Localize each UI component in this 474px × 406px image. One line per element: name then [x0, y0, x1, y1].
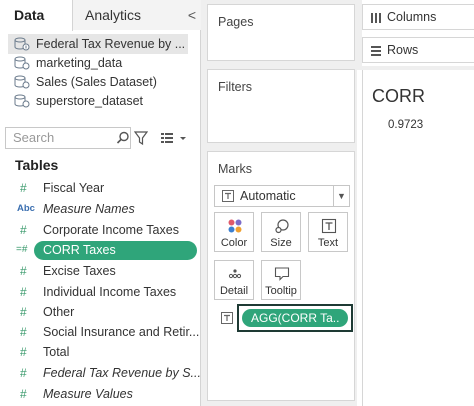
mark-type-dropdown[interactable]: Automatic ▼: [214, 185, 350, 207]
mark-type-label: Automatic: [240, 189, 296, 203]
search-icon[interactable]: [116, 131, 130, 145]
tooltip-label: Tooltip: [265, 285, 297, 297]
detail-button[interactable]: Detail: [214, 260, 254, 300]
datasource-icon: [14, 75, 30, 89]
text-icon: [321, 218, 337, 234]
text-button[interactable]: Text: [308, 212, 348, 252]
field-label: Corporate Income Taxes: [43, 223, 179, 237]
field-label: Excise Taxes: [43, 264, 116, 278]
tab-analytics[interactable]: Analytics: [73, 0, 183, 30]
marks-title: Marks: [218, 162, 253, 176]
viz-header: CORR: [372, 86, 425, 106]
measure-type-icon: #: [20, 181, 27, 195]
columns-label: Columns: [387, 10, 437, 24]
field-label: Measure Values: [43, 387, 133, 401]
field-label: Other: [43, 305, 75, 319]
field-label: Federal Tax Revenue by S...: [43, 366, 201, 380]
view-options-icon[interactable]: [160, 131, 188, 145]
filter-icon[interactable]: [134, 130, 148, 146]
collapse-pane-icon[interactable]: <: [183, 0, 201, 30]
rows-shelf[interactable]: Rows: [362, 37, 474, 63]
measure-type-icon: #: [20, 264, 27, 278]
tab-data[interactable]: Data: [0, 0, 73, 31]
field-label: CORR Taxes: [43, 243, 116, 257]
measure-type-icon: #: [20, 223, 27, 237]
search-input[interactable]: Search: [5, 127, 131, 149]
field-item[interactable]: # Excise Taxes: [0, 261, 201, 281]
datasource-label: Sales (Sales Dataset): [36, 75, 157, 89]
datasource-icon: [14, 37, 30, 51]
tooltip-icon: [274, 267, 290, 281]
measure-type-icon: #: [20, 325, 27, 339]
rows-label: Rows: [387, 43, 419, 57]
field-item[interactable]: # Measure Values: [0, 384, 201, 404]
columns-shelf[interactable]: Columns: [362, 4, 474, 30]
detail-label: Detail: [219, 285, 249, 297]
text-mark-icon: [222, 190, 234, 202]
filters-title: Filters: [218, 80, 253, 94]
field-label: Total: [43, 345, 70, 359]
tooltip-button[interactable]: Tooltip: [261, 260, 301, 300]
color-label: Color: [220, 237, 248, 249]
size-icon: [275, 219, 289, 234]
measure-type-icon: #: [20, 387, 27, 401]
field-item[interactable]: Abc Measure Names: [0, 199, 201, 219]
measure-type-icon: #: [20, 345, 27, 359]
dimension-type-icon: Abc: [17, 203, 35, 214]
worksheet-area: Columns Rows CORR 0.9723: [357, 0, 474, 406]
field-item[interactable]: # Other: [0, 302, 201, 322]
pages-shelf[interactable]: Pages: [207, 4, 355, 61]
text-encoding-icon: [221, 312, 233, 324]
field-label: Fiscal Year: [43, 181, 105, 195]
viz-canvas[interactable]: CORR 0.9723: [362, 70, 474, 406]
calculated-measure-icon: =#: [16, 244, 28, 255]
field-item-selected[interactable]: =# CORR Taxes: [0, 240, 201, 260]
highlight-outline: AGG(CORR Ta..: [237, 304, 353, 332]
marks-card: Marks Automatic ▼ Color Size Text Detail…: [207, 151, 355, 401]
datasource-item[interactable]: marketing_data: [8, 53, 188, 73]
datasource-item[interactable]: Federal Tax Revenue by ...: [8, 34, 188, 54]
chevron-down-icon[interactable]: ▼: [333, 186, 349, 206]
search-placeholder: Search: [13, 130, 55, 145]
text-field-pill[interactable]: AGG(CORR Ta..: [242, 309, 348, 327]
field-item[interactable]: # Individual Income Taxes: [0, 282, 201, 302]
datasource-item[interactable]: superstore_dataset: [8, 91, 188, 111]
rows-icon: [371, 46, 381, 56]
tables-heading: Tables: [15, 157, 59, 173]
color-icon: [228, 219, 242, 233]
field-label: Social Insurance and Retir...: [43, 325, 200, 339]
field-item[interactable]: # Total: [0, 342, 201, 362]
measure-type-icon: #: [20, 305, 27, 319]
field-label: Individual Income Taxes: [43, 285, 177, 299]
viz-value[interactable]: 0.9723: [388, 119, 423, 131]
data-pane: Data Analytics < Federal Tax Revenue by …: [0, 0, 201, 406]
field-label: Measure Names: [43, 202, 135, 216]
field-item[interactable]: # Fiscal Year: [0, 178, 201, 198]
text-label: Text: [317, 237, 339, 249]
datasource-label: superstore_dataset: [36, 94, 144, 108]
measure-type-icon: #: [20, 285, 27, 299]
pane-tabs: Data Analytics <: [0, 0, 201, 31]
pages-title: Pages: [218, 15, 254, 29]
datasource-label: marketing_data: [36, 56, 123, 70]
datasource-item[interactable]: Sales (Sales Dataset): [8, 72, 188, 92]
measure-type-icon: #: [20, 366, 27, 380]
field-item[interactable]: # Corporate Income Taxes: [0, 220, 201, 240]
datasource-label: Federal Tax Revenue by ...: [36, 37, 186, 51]
shelves-pane: Pages Filters Marks Automatic ▼ Color Si…: [201, 0, 357, 406]
datasource-icon: [14, 56, 30, 70]
size-button[interactable]: Size: [261, 212, 301, 252]
detail-icon: [228, 269, 242, 279]
field-item[interactable]: # Federal Tax Revenue by S...: [0, 363, 201, 383]
field-item[interactable]: # Social Insurance and Retir...: [0, 322, 201, 342]
columns-icon: [371, 13, 381, 23]
datasource-icon: [14, 94, 30, 108]
size-label: Size: [270, 237, 292, 249]
filters-shelf[interactable]: Filters: [207, 69, 355, 143]
color-button[interactable]: Color: [214, 212, 254, 252]
